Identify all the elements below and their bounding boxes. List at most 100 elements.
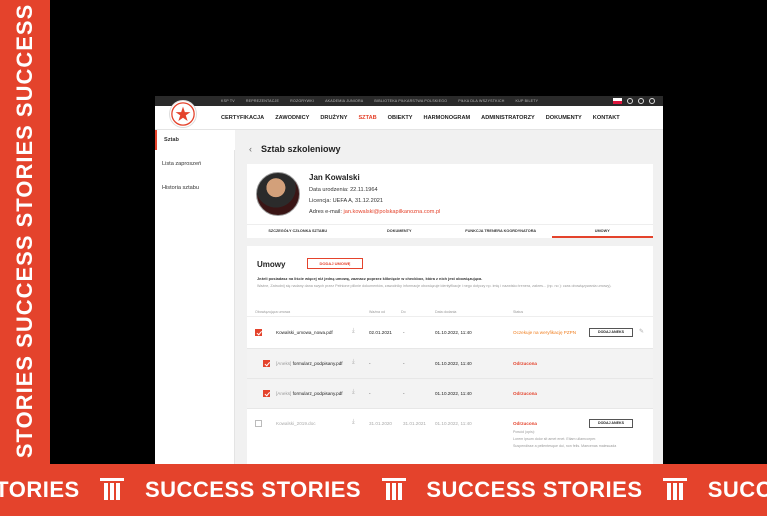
- birth-date: Data urodzenia: 22.11.1964: [309, 187, 378, 193]
- contracts-info-detail: Ważne, Zatrudnij się nadany dana swych p…: [257, 284, 612, 288]
- contracts-title: Umowy: [257, 260, 286, 269]
- contract-added: 01.10.2022, 11:40: [435, 330, 472, 335]
- sidebar-item-sztab[interactable]: Sztab: [155, 130, 235, 150]
- profile-tabs: SZCZEGÓŁY CZŁONKA SZTABU DOKUMENTY FUNKC…: [247, 224, 653, 238]
- reason-label: Powód (opis):: [513, 430, 535, 434]
- contract-file-name: Kowalski_2019.doc: [276, 421, 316, 426]
- contract-from: 31.01.2020: [369, 421, 392, 426]
- table-row: Kowalski_2019.doc ⤓ 31.01.2020 31.01.202…: [247, 408, 653, 464]
- add-annex-button[interactable]: DODAJ ANEKS: [589, 419, 633, 428]
- contract-checkbox[interactable]: [263, 360, 270, 367]
- download-icon[interactable]: ⤓: [352, 359, 355, 366]
- tab-dokumenty[interactable]: DOKUMENTY: [349, 225, 451, 238]
- top-nav-item[interactable]: PIŁKA DLA WSZYSTKICH: [458, 99, 504, 103]
- email: Adres e-mail: jan.kowalski@polskapilkano…: [309, 209, 440, 215]
- download-icon[interactable]: ⤓: [352, 328, 355, 335]
- birth-value: 22.11.1964: [350, 187, 378, 193]
- banner-word: SUCCESS: [707, 477, 767, 502]
- edit-pencil-icon[interactable]: ✎: [639, 328, 644, 335]
- page-title: Sztab szkoleniowy: [261, 144, 341, 154]
- contract-added: 01.10.2022, 11:40: [435, 421, 472, 426]
- banner-word: STORIES: [0, 477, 80, 502]
- table-row: Kowalski_umowa_nowa.pdf ⤓ 02.01.2021 - 0…: [247, 318, 653, 348]
- license-value: UEFA A, 31.12.2021: [332, 198, 384, 204]
- bell-icon[interactable]: [638, 98, 644, 104]
- license-label: Licencja:: [309, 198, 332, 204]
- contract-checkbox[interactable]: [263, 390, 270, 397]
- contract-added: 01.10.2022, 11:40: [435, 361, 472, 366]
- top-nav: KSP TV REPREZENTACJE ROZGRYWKI AKADEMIA …: [221, 96, 538, 106]
- main-nav: CERTYFIKACJA ZAWODNICY DRUŻYNY SZTAB OBI…: [221, 115, 620, 121]
- birth-label: Data urodzenia:: [309, 187, 349, 193]
- table-row: [Aneks] formularz_podpisany.pdf ⤓ - - 01…: [247, 378, 653, 408]
- main-content: ‹ Sztab szkoleniowy Jan Kowalski Data ur…: [235, 130, 663, 464]
- nav-certyfikacja[interactable]: CERTYFIKACJA: [221, 115, 264, 121]
- nav-obiekty[interactable]: OBIEKTY: [388, 115, 413, 121]
- nav-druzyny[interactable]: DRUŻYNY: [320, 115, 347, 121]
- tab-funkcja-trenera[interactable]: FUNKCJA TRENERA KOORDYNATORA: [450, 225, 552, 238]
- avatar: [256, 172, 300, 216]
- reason-text-line: Suspendisse a pellentesque dui, non feli…: [513, 444, 617, 448]
- brand-logo-icon: [381, 478, 406, 500]
- contract-from: -: [369, 361, 371, 366]
- sidebar: Sztab Lista zaproszeń Historia sztabu: [155, 130, 235, 464]
- top-nav-item[interactable]: ROZGRYWKI: [290, 99, 314, 103]
- top-nav-item[interactable]: KSP TV: [221, 99, 235, 103]
- contract-file[interactable]: Kowalski_umowa_nowa.pdf: [276, 330, 333, 335]
- top-nav-item[interactable]: AKADEMIA JUNIORA: [325, 99, 363, 103]
- contract-file[interactable]: Kowalski_2019.doc: [276, 421, 316, 426]
- nav-kontakt[interactable]: KONTAKT: [593, 115, 620, 121]
- contract-file[interactable]: [Aneks] formularz_podpisany.pdf: [276, 361, 343, 366]
- bottom-banner-strip: STORIES SUCCESS STORIES SUCCESS STORIES …: [0, 464, 767, 516]
- brand-logo-icon: [100, 478, 125, 500]
- main-header: CERTYFIKACJA ZAWODNICY DRUŻYNY SZTAB OBI…: [155, 100, 663, 130]
- user-icon[interactable]: [649, 98, 655, 104]
- email-link[interactable]: jan.kowalski@polskapilkanozna.com.pl: [344, 209, 441, 215]
- contract-checkbox[interactable]: [255, 420, 262, 427]
- nav-administratorzy[interactable]: ADMINISTRATORZY: [481, 115, 535, 121]
- download-icon[interactable]: ⤓: [352, 389, 355, 396]
- nav-dokumenty[interactable]: DOKUMENTY: [546, 115, 582, 121]
- contract-to: -: [403, 391, 405, 396]
- add-contract-button[interactable]: DODAJ UMOWĘ: [307, 258, 363, 269]
- left-banner-strip: ESS STORIES SUCCESS STORIES SUCCESS: [0, 0, 50, 516]
- download-icon[interactable]: ⤓: [352, 419, 355, 426]
- contract-file-name: formularz_podpisany.pdf: [292, 361, 343, 366]
- contract-from: 02.01.2021: [369, 330, 392, 335]
- header-status[interactable]: Status: [513, 310, 523, 314]
- contract-checkbox[interactable]: [255, 329, 262, 336]
- top-nav-item[interactable]: KUP BILETY: [516, 99, 539, 103]
- person-name: Jan Kowalski: [309, 173, 360, 182]
- pzpn-logo-icon[interactable]: [169, 100, 197, 128]
- app-window: KSP TV REPREZENTACJE ROZGRYWKI AKADEMIA …: [155, 96, 663, 464]
- add-annex-button[interactable]: DODAJ ANEKS: [589, 328, 633, 337]
- license: Licencja: UEFA A, 31.12.2021: [309, 198, 383, 204]
- nav-sztab[interactable]: SZTAB: [358, 115, 376, 121]
- header-obowiazujaca: Obowiązująca umowa: [255, 310, 291, 314]
- contracts-info: Jeżeli posiadasz na liście więcej niż je…: [257, 276, 483, 281]
- vertical-banner-text: ESS STORIES SUCCESS STORIES SUCCESS: [12, 3, 37, 513]
- tab-szczegoly[interactable]: SZCZEGÓŁY CZŁONKA SZTABU: [247, 225, 349, 238]
- tab-umowy[interactable]: UMOWY: [551, 225, 653, 238]
- top-bar: KSP TV REPREZENTACJE ROZGRYWKI AKADEMIA …: [155, 96, 663, 106]
- profile-card: Jan Kowalski Data urodzenia: 22.11.1964 …: [247, 164, 653, 238]
- top-nav-item[interactable]: BIBLIOTEKA PIŁKARSTWA POLSKIEGO: [374, 99, 447, 103]
- email-label: Adres e-mail:: [309, 209, 342, 215]
- contract-added: 01.10.2022, 11:40: [435, 391, 472, 396]
- back-chevron-icon[interactable]: ‹: [249, 144, 252, 154]
- header-do[interactable]: Do: [401, 310, 406, 314]
- horizontal-banner-text: STORIES SUCCESS STORIES SUCCESS STORIES …: [0, 477, 767, 503]
- status-badge: Odrzucona: [513, 361, 537, 366]
- sidebar-item-historia-sztabu[interactable]: Historia sztabu: [155, 178, 235, 198]
- polish-flag-icon[interactable]: [613, 98, 622, 104]
- reason-text-line: Lorem ipsum dolor sit amet enet. Etiam u…: [513, 437, 597, 441]
- cart-icon[interactable]: [627, 98, 633, 104]
- header-data-dodania[interactable]: Data dodania: [435, 310, 456, 314]
- nav-zawodnicy[interactable]: ZAWODNICY: [275, 115, 309, 121]
- header-wazna-od[interactable]: Ważna od: [369, 310, 385, 314]
- sidebar-item-lista-zaproszen[interactable]: Lista zaproszeń: [155, 154, 235, 174]
- top-nav-item[interactable]: REPREZENTACJE: [246, 99, 279, 103]
- status-badge: Odrzucona: [513, 391, 537, 396]
- contract-file[interactable]: [Aneks] formularz_podpisany.pdf: [276, 391, 343, 396]
- nav-harmonogram[interactable]: HARMONOGRAM: [424, 115, 471, 121]
